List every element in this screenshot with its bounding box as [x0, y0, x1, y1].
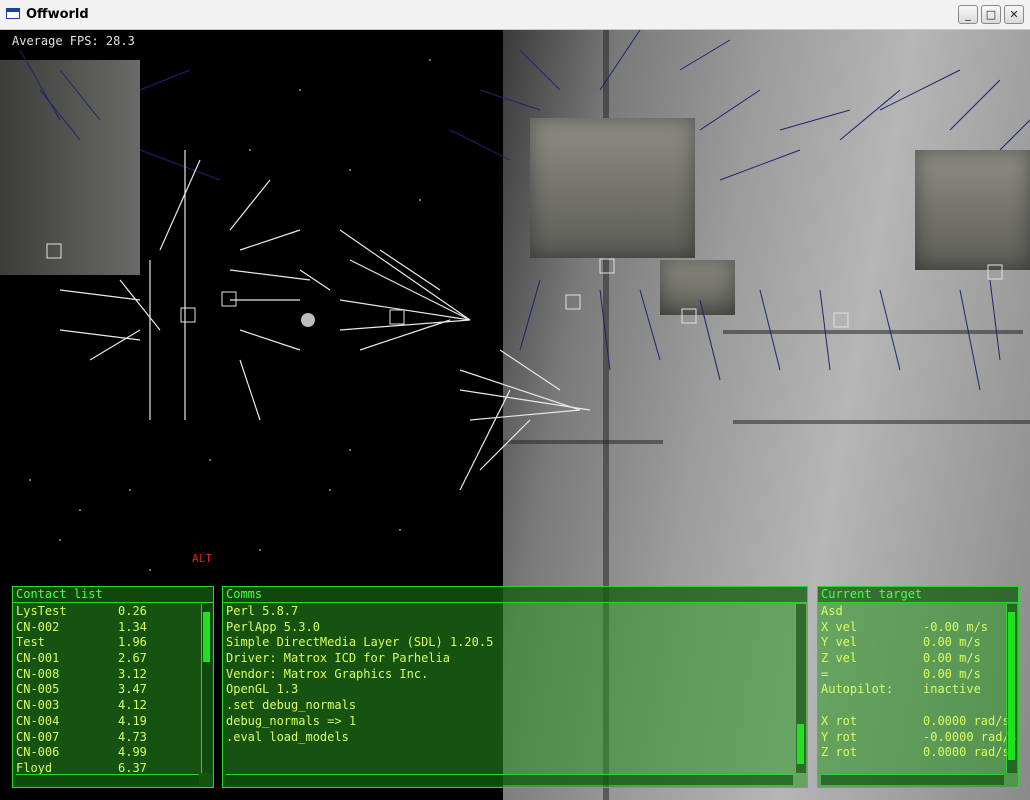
target-scrollbar[interactable]: [1006, 604, 1017, 773]
contact-name: CN-004: [16, 713, 60, 728]
app-window-icon: [6, 8, 20, 19]
contact-name: CN-003: [16, 698, 60, 713]
target-stat-label: X rot: [821, 713, 858, 728]
contact-distance: 4.12: [118, 698, 147, 713]
contact-name: CN-006: [16, 745, 60, 760]
target-stat-row: Z rot 0.0000 rad/s: [821, 745, 1018, 761]
contact-distance: 1.96: [118, 635, 147, 650]
comms-line: PerlApp 5.3.0: [226, 619, 320, 634]
contact-list-item[interactable]: CN-002 1.34: [16, 620, 201, 636]
contact-name: CN-001: [16, 651, 60, 666]
comms-line: .eval load_models: [226, 729, 349, 744]
comms-line: Vendor: Matrox Graphics Inc.: [226, 666, 429, 681]
comms-title: Comms: [223, 587, 807, 603]
target-stat-label: Autopilot:: [821, 682, 894, 697]
contact-distance: 4.99: [118, 745, 147, 760]
contact-list-item[interactable]: CN-008 3.12: [16, 667, 201, 683]
contact-list-item[interactable]: CN-007 4.73: [16, 730, 201, 746]
target-stat-value: -0.0000 rad/s: [923, 729, 1017, 744]
target-stat-label: X vel: [821, 619, 858, 634]
contact-name: CN-002: [16, 619, 60, 634]
contact-list-item[interactable]: CN-001 2.67: [16, 651, 201, 667]
target-stat-row: X vel -0.00 m/s: [821, 619, 1018, 636]
target-stat-row: [821, 698, 1018, 714]
target-stat-value: inactive: [923, 682, 981, 697]
contact-distance: 2.67: [118, 651, 147, 666]
scrollbar-thumb[interactable]: [797, 724, 804, 764]
target-hscrollbar[interactable]: [821, 774, 1004, 785]
current-target-title: Current target: [818, 587, 1018, 603]
comms-line: Perl 5.8.7: [226, 604, 299, 618]
comms-panel: Comms Perl 5.8.7 PerlApp 5.3.0 Simple Dire…: [222, 586, 808, 788]
contact-distance: 1.34: [118, 619, 147, 634]
target-stat-label: =: [821, 666, 829, 681]
alt-indicator: ALT: [192, 552, 212, 565]
comms-log: Perl 5.8.7 PerlApp 5.3.0 Simple DirectMedi…: [226, 604, 493, 745]
contact-list-item[interactable]: CN-005 3.47: [16, 682, 201, 698]
contact-list-panel: Contact list LysTest 0.26 CN-002 1.34 Test 1.…: [12, 586, 214, 788]
contact-name: Test: [16, 635, 45, 650]
window-titlebar[interactable]: Offworld _ □ ✕: [0, 0, 1030, 30]
target-stat-row: Y vel 0.00 m/s: [821, 635, 1018, 651]
target-stat-value: 0.00 m/s: [923, 651, 981, 666]
contact-list-item[interactable]: LysTest 0.26: [16, 604, 201, 620]
contact-distance: 4.19: [118, 713, 147, 728]
fps-counter: Average FPS: 28.3: [12, 34, 135, 48]
comms-line: Driver: Matrox ICD for Parhelia: [226, 651, 450, 666]
contact-list-item[interactable]: CN-006 4.99: [16, 745, 201, 761]
comms-line: OpenGL 1.3: [226, 682, 299, 697]
comms-hscrollbar[interactable]: [226, 774, 793, 785]
target-stat-label: Z vel: [821, 651, 858, 666]
contact-list-item[interactable]: Test 1.96: [16, 635, 201, 651]
scrollbar-thumb[interactable]: [1008, 612, 1015, 760]
target-name: Asd: [821, 604, 843, 618]
target-stat-value: 0.00 m/s: [923, 635, 981, 650]
comms-line: debug_normals => 1: [226, 713, 357, 728]
contact-list-item[interactable]: CN-003 4.12: [16, 698, 201, 714]
target-stats: X vel -0.00 m/s Y vel 0.00 m/s Z vel 0.00 m/s…: [821, 619, 1018, 761]
contact-name: LysTest: [16, 604, 67, 618]
target-stat-value: 0.0000 rad/s: [923, 713, 1010, 728]
target-stat-label: Z rot: [821, 745, 858, 760]
contact-list-scrollbar[interactable]: [201, 604, 212, 773]
current-target-panel: Current target Asd X vel -0.00 m/s Y vel 0.…: [817, 586, 1019, 788]
target-stat-row: = 0.00 m/s: [821, 666, 1018, 683]
target-stat-value: 0.00 m/s: [923, 666, 981, 681]
target-stat-label: Y rot: [821, 729, 858, 744]
comms-line: Simple DirectMedia Layer (SDL) 1.20.5: [226, 635, 494, 650]
window-title: Offworld: [26, 7, 89, 22]
contact-distance: 0.26: [118, 604, 147, 618]
contact-name: CN-007: [16, 729, 60, 744]
contact-distance: 3.47: [118, 682, 147, 697]
contact-list-hscrollbar[interactable]: [16, 774, 199, 785]
contact-name: CN-005: [16, 682, 60, 697]
contact-list-item[interactable]: CN-004 4.19: [16, 714, 201, 730]
contact-list-title: Contact list: [13, 587, 213, 603]
comms-line: .set debug_normals: [226, 698, 357, 713]
contact-list: LysTest 0.26 CN-002 1.34 Test 1.96 CN-001 2.67 C…: [16, 604, 201, 777]
comms-scrollbar[interactable]: [795, 604, 806, 773]
close-button[interactable]: ✕: [1004, 5, 1024, 24]
contact-name: Floyd: [16, 760, 53, 775]
scrollbar-thumb[interactable]: [203, 612, 210, 662]
contact-distance: 4.73: [118, 729, 147, 744]
target-stat-label: Y vel: [821, 635, 858, 650]
target-stat-row: X rot 0.0000 rad/s: [821, 713, 1018, 730]
contact-distance: 3.12: [118, 666, 147, 681]
minimize-button[interactable]: _: [958, 5, 978, 24]
contact-name: CN-008: [16, 666, 60, 681]
target-stat-row: Autopilot: inactive: [821, 682, 1018, 698]
target-stat-row: Z vel 0.00 m/s: [821, 651, 1018, 667]
target-stat-value: -0.00 m/s: [923, 619, 989, 634]
maximize-button[interactable]: □: [981, 5, 1001, 24]
target-stat-value: 0.0000 rad/s: [923, 745, 1010, 760]
target-stat-row: Y rot -0.0000 rad/s: [821, 729, 1018, 746]
